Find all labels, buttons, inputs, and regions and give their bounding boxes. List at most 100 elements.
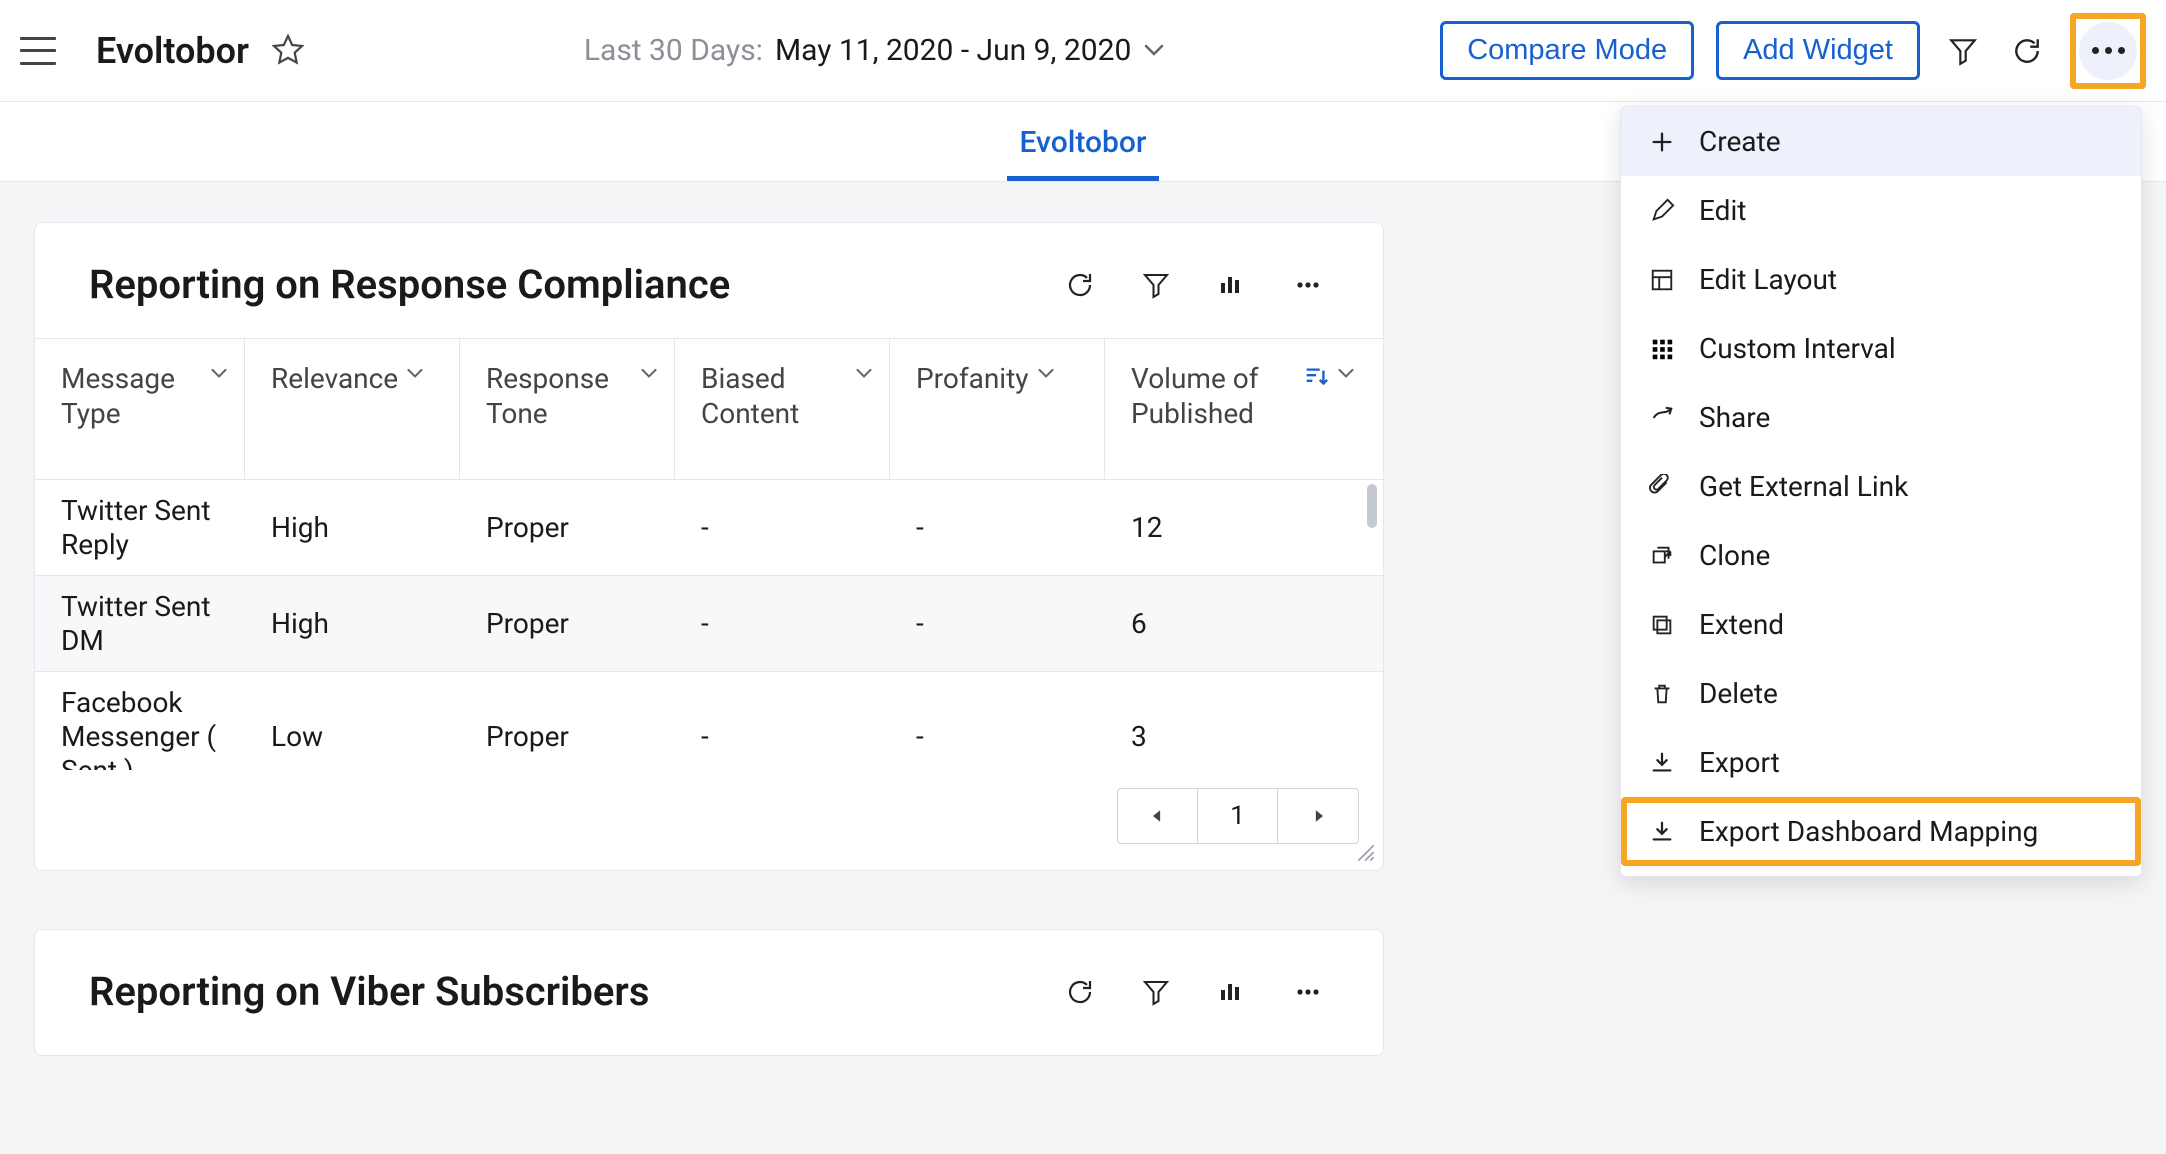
filter-icon[interactable] xyxy=(1942,30,1984,72)
download-icon xyxy=(1647,748,1677,778)
table-cell: - xyxy=(890,576,1105,671)
table-cell: 3 xyxy=(1105,672,1371,770)
more-options-button[interactable] xyxy=(2070,13,2146,89)
extend-icon xyxy=(1647,610,1677,640)
clip-icon xyxy=(1647,472,1677,502)
menu-item-clone[interactable]: Clone xyxy=(1621,521,2141,590)
widget-refresh-icon[interactable] xyxy=(1059,971,1101,1013)
widget-more-icon[interactable] xyxy=(1287,264,1329,306)
widget-response-compliance: Reporting on Response Compliance Message… xyxy=(34,222,1384,871)
menu-item-label: Create xyxy=(1699,125,1781,158)
table-cell: High xyxy=(245,576,460,671)
table-cell: Facebook Messenger ( Sent ) xyxy=(35,672,245,770)
table-body: Twitter Sent ReplyHighProper--12Twitter … xyxy=(35,480,1383,770)
date-range-prefix: Last 30 Days: xyxy=(584,33,763,68)
col-message-type[interactable]: Message Type xyxy=(35,339,245,479)
page-prev-button[interactable] xyxy=(1118,789,1198,843)
page-next-button[interactable] xyxy=(1278,789,1358,843)
menu-item-label: Edit Layout xyxy=(1699,263,1837,296)
table-cell: - xyxy=(675,672,890,770)
col-biased-content[interactable]: Biased Content xyxy=(675,339,890,479)
widget-chart-icon[interactable] xyxy=(1211,971,1253,1013)
dashboard-title: Evoltobor xyxy=(96,30,249,72)
star-icon[interactable] xyxy=(267,30,309,72)
menu-item-label: Extend xyxy=(1699,608,1784,641)
menu-item-label: Share xyxy=(1699,401,1770,434)
chevron-down-icon xyxy=(640,365,658,383)
table-row: Twitter Sent DMHighProper--6 xyxy=(35,576,1383,672)
header-actions: Compare Mode Add Widget xyxy=(1440,13,2146,89)
col-volume-published[interactable]: Volume of Published xyxy=(1105,339,1371,479)
widget-filter-icon[interactable] xyxy=(1135,971,1177,1013)
date-range-selector[interactable]: Last 30 Days: May 11, 2020 - Jun 9, 2020 xyxy=(309,33,1440,68)
table-cell: Proper xyxy=(460,672,675,770)
menu-item-get-external-link[interactable]: Get External Link xyxy=(1621,452,2141,521)
menu-item-label: Custom Interval xyxy=(1699,332,1896,365)
layout-icon xyxy=(1647,265,1677,295)
widget-chart-icon[interactable] xyxy=(1211,264,1253,306)
table-cell: 6 xyxy=(1105,576,1371,671)
table-cell: Twitter Sent DM xyxy=(35,576,245,671)
pencil-icon xyxy=(1647,196,1677,226)
menu-item-extend[interactable]: Extend xyxy=(1621,590,2141,659)
top-header: Evoltobor Last 30 Days: May 11, 2020 - J… xyxy=(0,0,2166,102)
chevron-down-icon xyxy=(855,365,873,383)
widget-title: Reporting on Viber Subscribers xyxy=(89,968,1059,1015)
download-icon xyxy=(1647,817,1677,847)
menu-item-label: Clone xyxy=(1699,539,1770,572)
menu-item-export[interactable]: Export xyxy=(1621,728,2141,797)
resize-handle-icon[interactable] xyxy=(1355,842,1377,864)
grid-icon xyxy=(1647,334,1677,364)
scrollbar-thumb[interactable] xyxy=(1367,484,1377,528)
hamburger-menu-icon[interactable] xyxy=(20,37,56,65)
menu-item-export-dashboard-mapping[interactable]: Export Dashboard Mapping xyxy=(1621,797,2141,866)
menu-item-delete[interactable]: Delete xyxy=(1621,659,2141,728)
chevron-down-icon xyxy=(1337,365,1355,383)
col-relevance[interactable]: Relevance xyxy=(245,339,460,479)
col-profanity[interactable]: Profanity xyxy=(890,339,1105,479)
share-icon xyxy=(1647,403,1677,433)
col-response-tone[interactable]: Response Tone xyxy=(460,339,675,479)
table-cell: Twitter Sent Reply xyxy=(35,480,245,575)
trash-icon xyxy=(1647,679,1677,709)
chevron-down-icon xyxy=(406,365,424,383)
table-row: Twitter Sent ReplyHighProper--12 xyxy=(35,480,1383,576)
table-cell: Low xyxy=(245,672,460,770)
chevron-down-icon xyxy=(1143,40,1165,62)
table-row: Facebook Messenger ( Sent )LowProper--3 xyxy=(35,672,1383,770)
plus-icon xyxy=(1647,127,1677,157)
widget-refresh-icon[interactable] xyxy=(1059,264,1101,306)
refresh-icon[interactable] xyxy=(2006,30,2048,72)
menu-item-create[interactable]: Create xyxy=(1621,107,2141,176)
table-cell: Proper xyxy=(460,480,675,575)
widget-more-icon[interactable] xyxy=(1287,971,1329,1013)
tab-evoltobor[interactable]: Evoltobor xyxy=(1007,125,1158,181)
menu-item-edit[interactable]: Edit xyxy=(1621,176,2141,245)
more-options-menu: Create Edit Edit Layout Custom Interval Shar… xyxy=(1620,106,2142,877)
compare-mode-button[interactable]: Compare Mode xyxy=(1440,21,1694,80)
table-cell: - xyxy=(675,480,890,575)
menu-item-label: Export xyxy=(1699,746,1780,779)
sort-indicator-icon xyxy=(1303,365,1329,391)
menu-item-edit-layout[interactable]: Edit Layout xyxy=(1621,245,2141,314)
menu-item-share[interactable]: Share xyxy=(1621,383,2141,452)
widget-viber-subscribers: Reporting on Viber Subscribers xyxy=(34,929,1384,1056)
widget-filter-icon[interactable] xyxy=(1135,264,1177,306)
chevron-down-icon xyxy=(1037,365,1055,383)
table-cell: High xyxy=(245,480,460,575)
pagination: 1 xyxy=(1117,788,1359,844)
table-cell: Proper xyxy=(460,576,675,671)
table-header: Message Type Relevance Response Tone Bia… xyxy=(35,339,1383,480)
menu-item-custom-interval[interactable]: Custom Interval xyxy=(1621,314,2141,383)
table-cell: - xyxy=(890,480,1105,575)
more-icon xyxy=(2079,22,2137,80)
table-cell: 12 xyxy=(1105,480,1371,575)
menu-item-label: Get External Link xyxy=(1699,470,1908,503)
menu-item-label: Export Dashboard Mapping xyxy=(1699,815,2038,848)
page-number[interactable]: 1 xyxy=(1198,789,1278,843)
menu-item-label: Delete xyxy=(1699,677,1778,710)
add-widget-button[interactable]: Add Widget xyxy=(1716,21,1920,80)
chevron-down-icon xyxy=(210,365,228,383)
table-cell: - xyxy=(890,672,1105,770)
date-range-value: May 11, 2020 - Jun 9, 2020 xyxy=(775,33,1131,68)
